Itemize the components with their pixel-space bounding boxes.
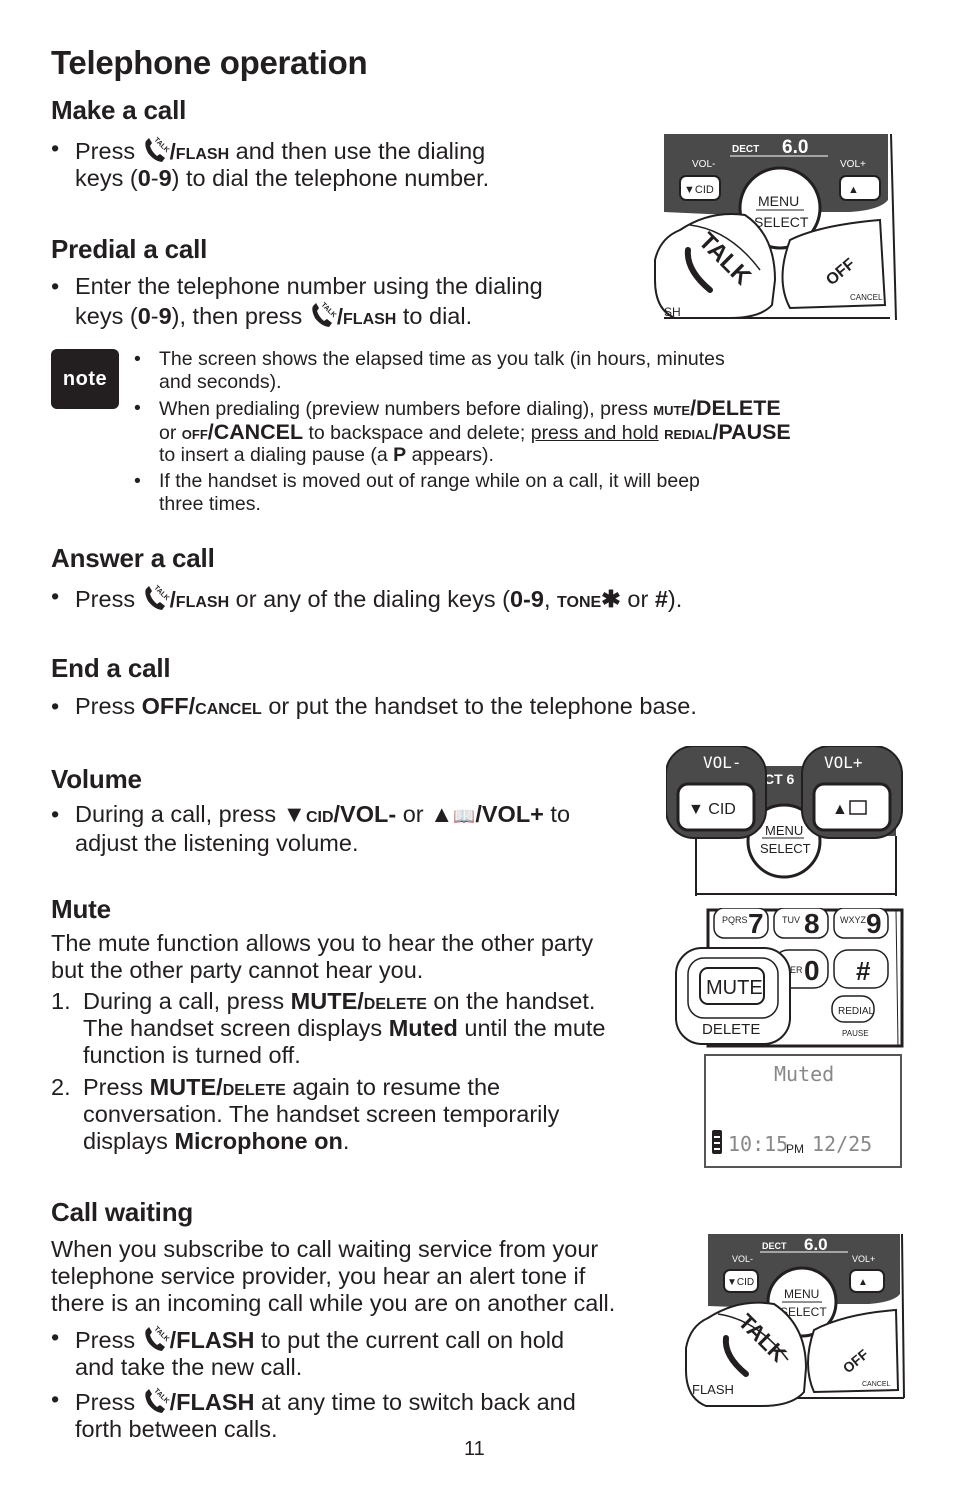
lcd-time: 10:15 (728, 1132, 789, 1156)
svg-text:VOL+: VOL+ (840, 159, 866, 170)
svg-text:MENU: MENU (784, 1287, 819, 1301)
svg-text:8: 8 (804, 908, 820, 939)
page-number: 11 (464, 1438, 485, 1460)
up-arrow-icon: ▲ (430, 801, 454, 827)
svg-text:SELECT: SELECT (760, 841, 811, 856)
brand-number: 6.0 (782, 137, 808, 158)
battery-icon (712, 1130, 722, 1154)
svg-text:▲: ▲ (858, 1277, 868, 1288)
svg-text:VOL-: VOL- (732, 1254, 753, 1264)
mute-intro: The mute function allows you to hear the… (51, 930, 594, 983)
svg-text:SH: SH (664, 305, 681, 319)
svg-text:▲: ▲ (832, 801, 848, 818)
mute-heading: Mute (51, 894, 111, 924)
talk-icon (144, 136, 170, 162)
star-icon: ✱ (601, 586, 621, 612)
svg-text:DECT: DECT (762, 1241, 787, 1251)
svg-text:PAUSE: PAUSE (842, 1029, 869, 1038)
svg-text:7: 7 (748, 908, 764, 939)
mute-key-figure: PQRS 7 TUV 8 WXYZ 9 PER 0 # REDIAL PAUSE… (675, 908, 904, 1048)
brand-label: DECT (732, 144, 759, 155)
lcd-screen: Muted 10:15 PM 12/25 (704, 1054, 902, 1168)
svg-text:MENU: MENU (758, 193, 799, 209)
svg-text:9: 9 (866, 908, 882, 939)
svg-text:TUV: TUV (782, 915, 800, 925)
predial-heading: Predial a call (51, 234, 208, 264)
call-waiting-intro: When you subscribe to call waiting servi… (51, 1236, 616, 1316)
svg-text:▲: ▲ (848, 184, 859, 196)
svg-text:SELECT: SELECT (754, 214, 809, 230)
talk-icon (144, 1387, 170, 1413)
svg-text:VOL-: VOL- (692, 159, 715, 170)
bullet-dot: • (51, 135, 60, 161)
phonebook-icon: 📖 (453, 806, 476, 826)
svg-text:CT 6: CT 6 (764, 771, 795, 787)
page-title: Telephone operation (51, 44, 368, 81)
svg-text:VOL+: VOL+ (824, 753, 863, 772)
lcd-date: 12/25 (812, 1132, 873, 1156)
svg-text:▼ CID: ▼ CID (688, 801, 736, 818)
svg-text:VOL-: VOL- (703, 753, 742, 772)
svg-text:MENU: MENU (765, 823, 803, 838)
svg-text:CANCEL: CANCEL (862, 1381, 891, 1388)
svg-text:MUTE: MUTE (706, 977, 763, 999)
note-badge: note (51, 349, 119, 409)
svg-text:REDIAL: REDIAL (838, 1006, 875, 1017)
talk-icon (144, 584, 170, 610)
handset-flash-figure: DECT 6.0 VOL- VOL+ ▼CID ▲ MENU SELECT OF… (685, 1233, 905, 1407)
svg-text:PQRS: PQRS (722, 915, 748, 925)
svg-text:0: 0 (804, 955, 820, 986)
svg-text:VOL+: VOL+ (852, 1254, 875, 1264)
answer-call-heading: Answer a call (51, 543, 215, 573)
call-waiting-heading: Call waiting (51, 1197, 194, 1227)
end-call-heading: End a call (51, 653, 171, 683)
talk-icon (144, 1325, 170, 1351)
svg-text:6.0: 6.0 (804, 1235, 828, 1254)
svg-text:FLASH: FLASH (692, 1382, 734, 1397)
lcd-muted-text: Muted (774, 1062, 835, 1086)
handset-talk-key-figure: DECT 6.0 VOL- VOL+ ▼CID ▲ MENU SELECT OF… (654, 133, 897, 321)
volume-heading: Volume (51, 764, 142, 794)
talk-icon (312, 301, 337, 327)
svg-text:WXYZ: WXYZ (840, 915, 867, 925)
make-call-heading: Make a call (51, 95, 187, 125)
svg-text:DELETE: DELETE (702, 1021, 760, 1038)
svg-text:▼CID: ▼CID (684, 184, 714, 196)
volume-keys-figure: CT 6 MENU SELECT VOL- ▼ CID VOL+ ▲ (666, 746, 903, 896)
svg-text:#: # (856, 956, 871, 986)
down-arrow-icon: ▼ (282, 801, 306, 827)
svg-text:CANCEL: CANCEL (850, 293, 883, 302)
lcd-ampm: PM (786, 1142, 804, 1156)
svg-text:▼CID: ▼CID (727, 1277, 754, 1288)
